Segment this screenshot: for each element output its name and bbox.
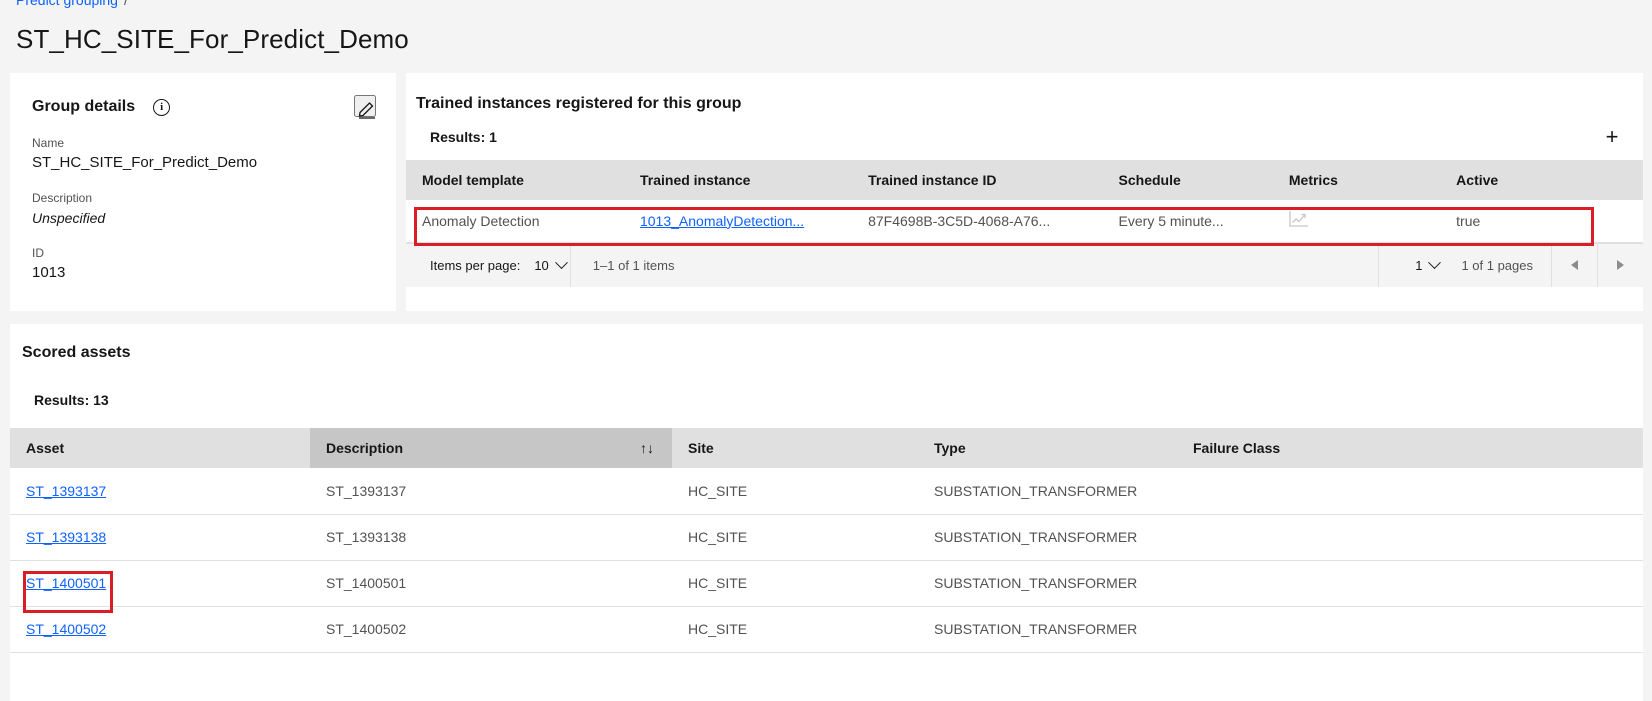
chevron-down-icon: [554, 255, 568, 269]
group-field-description: Description Unspecified: [32, 190, 374, 229]
pagination-right: 1 1 of 1 pages: [1379, 243, 1643, 287]
page-root: Predict grouping / ST_HC_SITE_For_Predict…: [0, 0, 1652, 701]
group-field-description-value: Unspecified: [32, 210, 106, 226]
th-site[interactable]: Site: [672, 428, 918, 468]
group-details-title: Group details: [32, 98, 136, 115]
info-icon[interactable]: i: [153, 98, 171, 116]
cell-description: ST_1393137: [310, 468, 672, 515]
trained-instances-toolbar: Results: 1 +: [406, 113, 1643, 160]
scored-assets-results-count: Results: 13: [34, 392, 109, 408]
cell-type: SUBSTATION_TRANSFORMER: [918, 560, 1177, 607]
table-row[interactable]: ST_1393138 ST_1393138 HC_SITE SUBSTATION…: [10, 514, 1643, 561]
table-row[interactable]: Anomaly Detection 1013_AnomalyDetection.…: [406, 200, 1643, 243]
cell-trained-instance-id: 87F4698B-3C5D-4068-A76...: [852, 200, 1103, 243]
cell-asset: ST_1400502: [10, 606, 310, 653]
asset-link[interactable]: ST_1400501: [26, 575, 106, 591]
scored-assets-title: Scored assets: [22, 344, 131, 361]
line-chart-icon[interactable]: [1289, 211, 1309, 231]
trained-instance-link[interactable]: 1013_AnomalyDetection...: [640, 213, 804, 229]
page-number-value: 1: [1415, 257, 1423, 273]
top-row: Group details i Name ST_HC_SITE_For_Pred…: [10, 73, 1643, 311]
caret-right-icon: [1617, 260, 1624, 270]
cell-description: ST_1400502: [310, 606, 672, 653]
th-model-template[interactable]: Model template: [406, 160, 624, 200]
cell-type: SUBSTATION_TRANSFORMER: [918, 514, 1177, 561]
cell-site: HC_SITE: [672, 560, 918, 607]
items-per-page-label: Items per page:: [430, 257, 521, 273]
pagination-range-text: 1–1 of 1 items: [592, 257, 675, 273]
table-row[interactable]: ST_1400502 ST_1400502 HC_SITE SUBSTATION…: [10, 606, 1643, 653]
cell-asset: ST_1393137: [10, 468, 310, 515]
scored-assets-header-row: Asset Description ↑↓ Site Type Failure C…: [10, 428, 1643, 468]
group-field-description-label: Description: [32, 191, 93, 205]
group-field-id: ID 1013: [32, 245, 374, 284]
asset-link[interactable]: ST_1400502: [26, 621, 106, 637]
chevron-down-icon-page: [1428, 255, 1442, 269]
caret-left-icon: [1571, 260, 1578, 270]
th-description-label: Description: [326, 440, 404, 456]
scored-assets-table: Asset Description ↑↓ Site Type Failure C…: [10, 428, 1643, 653]
add-trained-instance-button[interactable]: +: [1599, 124, 1625, 150]
th-metrics[interactable]: Metrics: [1272, 160, 1441, 200]
items-per-page-value: 10: [534, 257, 549, 273]
cell-trained-instance: 1013_AnomalyDetection...: [623, 200, 853, 243]
cell-site: HC_SITE: [672, 514, 918, 561]
cell-type: SUBSTATION_TRANSFORMER: [918, 468, 1177, 515]
cell-asset: ST_1393138: [10, 514, 310, 561]
th-schedule[interactable]: Schedule: [1102, 160, 1273, 200]
sort-icon: ↑↓: [640, 440, 654, 456]
table-row[interactable]: ST_1400501 ST_1400501 HC_SITE SUBSTATION…: [10, 560, 1643, 607]
trained-instances-pagination: Items per page: 10 1–1 of 1 items 1 1 of…: [406, 242, 1643, 287]
scored-assets-card: Scored assets Results: 13 Asset Descript…: [10, 324, 1643, 701]
breadcrumb: Predict grouping /: [16, 0, 134, 8]
cell-description: ST_1400501: [310, 560, 672, 607]
edit-pencil-icon[interactable]: [354, 95, 376, 119]
cell-failure-class: [1177, 560, 1643, 607]
trained-instances-title: Trained instances registered for this gr…: [416, 95, 742, 112]
pagination-left: Items per page: 10: [406, 244, 570, 287]
th-active[interactable]: Active: [1440, 160, 1643, 200]
th-trained-instance-id[interactable]: Trained instance ID: [852, 160, 1103, 200]
cell-active: true: [1440, 200, 1643, 243]
trained-instances-panel: Trained instances registered for this gr…: [406, 73, 1643, 311]
th-trained-instance[interactable]: Trained instance: [623, 160, 853, 200]
cell-site: HC_SITE: [672, 468, 918, 515]
cell-description: ST_1393138: [310, 514, 672, 561]
cell-type: SUBSTATION_TRANSFORMER: [918, 606, 1177, 653]
cell-metrics: [1272, 200, 1441, 243]
trained-instances-results-count: Results: 1: [430, 128, 497, 145]
items-per-page-select[interactable]: 10: [534, 255, 569, 273]
pagination-pages-text: 1 of 1 pages: [1461, 257, 1533, 273]
previous-page-button[interactable]: [1551, 243, 1597, 287]
cell-failure-class: [1177, 468, 1643, 515]
th-failure-class[interactable]: Failure Class: [1177, 428, 1643, 468]
group-field-id-label: ID: [32, 246, 44, 260]
page-title: ST_HC_SITE_For_Predict_Demo: [16, 24, 409, 54]
next-page-button[interactable]: [1597, 243, 1643, 287]
group-field-name-label: Name: [32, 136, 65, 150]
breadcrumb-separator: /: [123, 0, 128, 8]
asset-link[interactable]: ST_1393137: [26, 483, 106, 499]
trained-instances-header-row: Model template Trained instance Trained …: [406, 160, 1643, 200]
group-details-card: Group details i Name ST_HC_SITE_For_Pred…: [10, 73, 396, 311]
cell-site: HC_SITE: [672, 606, 918, 653]
cell-schedule: Every 5 minute...: [1102, 200, 1273, 243]
page-number-select[interactable]: 1: [1393, 255, 1461, 273]
group-field-name: Name ST_HC_SITE_For_Predict_Demo: [32, 135, 374, 174]
cell-failure-class: [1177, 606, 1643, 653]
breadcrumb-link-predict-grouping[interactable]: Predict grouping: [16, 0, 118, 8]
cell-failure-class: [1177, 514, 1643, 561]
group-details-header: Group details i: [32, 95, 374, 119]
cell-asset: ST_1400501: [10, 560, 310, 607]
trained-instances-table: Model template Trained instance Trained …: [406, 160, 1643, 243]
th-description[interactable]: Description ↑↓: [310, 428, 672, 468]
group-field-name-value: ST_HC_SITE_For_Predict_Demo: [32, 154, 258, 171]
group-field-id-value: 1013: [32, 264, 66, 281]
table-row[interactable]: ST_1393137 ST_1393137 HC_SITE SUBSTATION…: [10, 468, 1643, 515]
th-type[interactable]: Type: [918, 428, 1177, 468]
cell-model-template: Anomaly Detection: [406, 200, 624, 243]
th-asset[interactable]: Asset: [10, 428, 310, 468]
asset-link[interactable]: ST_1393138: [26, 529, 106, 545]
